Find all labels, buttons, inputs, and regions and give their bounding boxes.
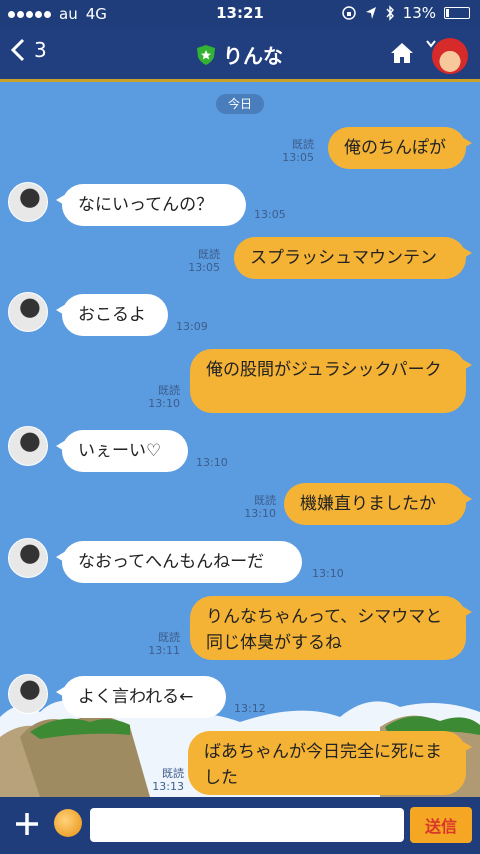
plus-icon[interactable] bbox=[14, 811, 40, 837]
home-icon[interactable] bbox=[390, 42, 414, 64]
status-right: 13% bbox=[341, 4, 470, 22]
message-time: 13:09 bbox=[176, 320, 208, 333]
message-time: 13:10 bbox=[312, 567, 344, 580]
message-time: 13:10 bbox=[196, 456, 228, 469]
location-icon bbox=[365, 7, 376, 19]
contact-name: りんな bbox=[223, 44, 283, 68]
sticker-icon[interactable] bbox=[54, 809, 82, 837]
message-bubble-out[interactable]: 機嫌直りましたか bbox=[284, 483, 472, 525]
message-bubble-out[interactable]: 俺のちんぽが bbox=[328, 127, 472, 169]
message-input[interactable] bbox=[90, 808, 404, 842]
read-receipt: 既読 13:05 bbox=[188, 248, 220, 274]
message-bubble-in[interactable]: よく言われる← bbox=[56, 676, 226, 718]
chat-header: 3 りんな bbox=[0, 28, 480, 82]
message-time: 13:12 bbox=[234, 702, 266, 715]
message-bubble-in[interactable]: おこるよ bbox=[56, 294, 168, 336]
message-bubble-in[interactable]: なおってへんもんねーだ bbox=[56, 541, 302, 583]
status-bar: au 4G 13:21 13% bbox=[0, 0, 480, 28]
avatar[interactable] bbox=[8, 426, 48, 466]
read-receipt: 既読 13:10 bbox=[244, 494, 276, 520]
read-receipt: 既読 13:11 bbox=[148, 631, 180, 657]
date-separator: 今日 bbox=[216, 94, 264, 114]
message-bubble-out[interactable]: スプラッシュマウンテン bbox=[234, 237, 472, 279]
message-bubble-out[interactable]: ばあちゃんが今日完全に死にました bbox=[188, 731, 472, 795]
message-bubble-in[interactable]: いぇーい♡ bbox=[56, 430, 188, 472]
avatar[interactable] bbox=[8, 292, 48, 332]
message-input-bar: 送信 bbox=[0, 797, 480, 854]
official-badge-icon bbox=[197, 44, 215, 65]
read-receipt: 既読 13:05 bbox=[282, 138, 314, 164]
read-receipt: 既読 13:13 bbox=[152, 767, 184, 793]
send-button[interactable]: 送信 bbox=[410, 807, 472, 843]
battery-icon bbox=[444, 7, 470, 19]
bluetooth-icon bbox=[386, 5, 394, 21]
rotation-lock-icon bbox=[341, 6, 356, 20]
avatar[interactable] bbox=[8, 538, 48, 578]
avatar[interactable] bbox=[8, 674, 48, 714]
chat-area[interactable]: 今日 既読 13:05 俺のちんぽが なにいってんの？ 13:05 既読 13:… bbox=[0, 85, 480, 797]
profile-avatar[interactable] bbox=[430, 36, 470, 76]
read-receipt: 既読 13:10 bbox=[148, 384, 180, 410]
battery-label: 13% bbox=[402, 4, 436, 22]
message-bubble-out[interactable]: りんなちゃんって、シマウマと同じ体臭がするね bbox=[190, 596, 472, 660]
message-bubble-in[interactable]: なにいってんの？ bbox=[56, 184, 246, 226]
message-bubble-out[interactable]: 俺の股間がジュラシックパーク bbox=[190, 349, 472, 413]
message-time: 13:05 bbox=[254, 208, 286, 221]
avatar[interactable] bbox=[8, 182, 48, 222]
